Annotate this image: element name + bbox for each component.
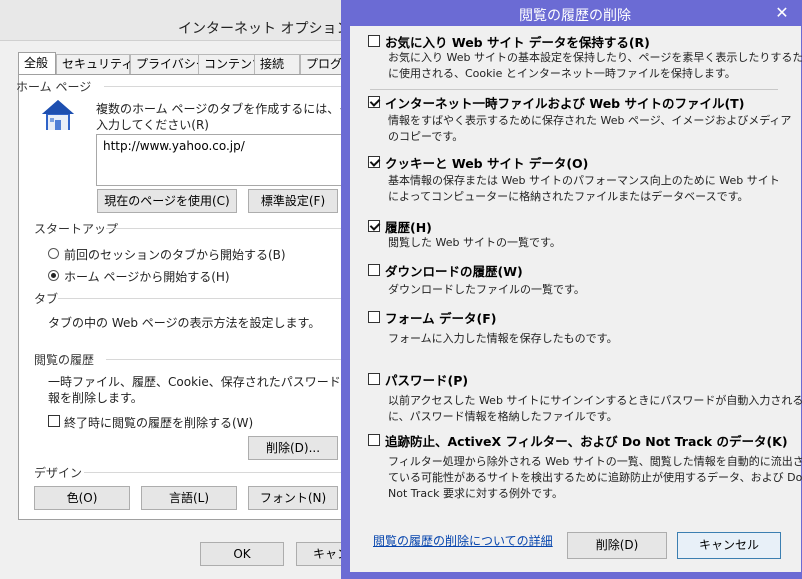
option-passwords-checkbox[interactable]	[368, 373, 380, 385]
home-page-url-input[interactable]: http://www.yahoo.co.jp/	[96, 134, 358, 186]
option-temp-files-checkbox[interactable]	[368, 96, 380, 108]
option-history-desc-1: 閲覧した Web サイトの一覧です。	[388, 236, 561, 249]
option-form-data-label[interactable]: フォーム データ(F)	[385, 308, 496, 327]
option-form-data-desc-1: フォームに入力した情報を保存したものです。	[388, 332, 618, 345]
option-favorites-desc-1: お気に入り Web サイトの基本設定を保持したり、ページを素早く表示したりするた…	[388, 51, 802, 64]
option-cookies-desc-2: によってコンピューターに格納されたファイルまたはデータベースです。	[388, 190, 749, 203]
startup-home-label: ホーム ページから開始する(H)	[64, 270, 230, 284]
option-passwords-desc-2: に、パスワード情報を格納したファイルです。	[388, 410, 618, 423]
home-page-divider	[104, 86, 344, 87]
fonts-button[interactable]: フォント(N)	[248, 486, 338, 510]
ok-button[interactable]: OK	[200, 542, 284, 566]
about-delete-history-link[interactable]: 閲覧の履歴の削除についての詳細	[373, 532, 553, 549]
cancel-button[interactable]: キャンセル	[677, 532, 781, 559]
option-form-data-checkbox[interactable]	[368, 311, 380, 323]
options-separator	[370, 89, 778, 90]
option-passwords-desc-1: 以前アクセスした Web サイトにサインインするときにパスワードが自動入力される…	[388, 394, 802, 407]
home-page-url-value: http://www.yahoo.co.jp/	[103, 139, 245, 153]
option-history-checkbox[interactable]	[368, 220, 380, 232]
browsing-history-divider	[106, 359, 344, 360]
option-cookies-checkbox[interactable]	[368, 156, 380, 168]
option-tracking-protection-desc-2: ている可能性があるサイトを検出するために追跡防止が使用するデータ、および Do	[388, 471, 802, 484]
home-icon	[42, 100, 74, 130]
tab-privacy[interactable]: プライバシー	[130, 54, 208, 74]
startup-previous-label: 前回のセッションのタブから開始する(B)	[64, 248, 286, 262]
option-download-history-label[interactable]: ダウンロードの履歴(W)	[385, 261, 523, 280]
tabs-description: タブの中の Web ページの表示方法を設定します。	[48, 316, 321, 330]
option-tracking-protection-desc-1: フィルター処理から除外される Web サイトの一覧、閲覧した情報を自動的に流出さ…	[388, 455, 802, 468]
option-tracking-protection-checkbox[interactable]	[368, 434, 380, 446]
tab-general[interactable]: 全般	[18, 52, 56, 75]
languages-button[interactable]: 言語(L)	[141, 486, 237, 510]
internet-options-cancel-button[interactable]: キャン	[296, 542, 346, 566]
home-page-section-label: ホーム ページ	[16, 80, 92, 94]
appearance-divider	[84, 472, 344, 473]
tab-security[interactable]: セキュリティ	[56, 54, 133, 74]
use-default-button[interactable]: 標準設定(F)	[248, 189, 338, 213]
delete-history-button[interactable]: 削除(D)...	[248, 436, 338, 460]
option-favorites-desc-2: に使用される、Cookie とインターネット一時ファイルを保持します。	[388, 67, 736, 80]
internet-options-window: インターネット オプション 全般 セキュリティ プライバシー コンテンツ 接続 …	[0, 0, 388, 579]
startup-previous-radio[interactable]	[48, 248, 59, 259]
browsing-history-section-label: 閲覧の履歴	[34, 353, 95, 367]
home-page-description-1: 複数のホーム ページのタブを作成するには、それぞ	[96, 102, 376, 116]
delete-history-body: お気に入り Web サイト データを保持する(R) お気に入り Web サイトの…	[350, 26, 802, 572]
option-tracking-protection-desc-3: Not Track 要求に対する例外です。	[388, 487, 563, 500]
close-icon[interactable]: ✕	[773, 4, 791, 22]
internet-options-titlebar[interactable]: インターネット オプション	[0, 0, 350, 41]
tabs-section-label: タブ	[34, 292, 59, 306]
delete-on-exit-label: 終了時に閲覧の履歴を削除する(W)	[64, 416, 254, 430]
browsing-history-description-2: 報を削除します。	[48, 391, 143, 405]
option-temp-files-label[interactable]: インターネット一時ファイルおよび Web サイトのファイル(T)	[385, 93, 744, 112]
startup-home-radio[interactable]	[48, 270, 59, 281]
option-passwords-label[interactable]: パスワード(P)	[385, 370, 468, 389]
delete-history-titlebar[interactable]: 閲覧の履歴の削除 ✕	[341, 0, 802, 26]
tab-connections[interactable]: 接続	[254, 54, 300, 74]
option-tracking-protection-label[interactable]: 追跡防止、ActiveX フィルター、および Do Not Track のデータ…	[385, 431, 788, 450]
option-download-history-checkbox[interactable]	[368, 264, 380, 276]
use-current-page-button[interactable]: 現在のページを使用(C)	[97, 189, 237, 213]
option-download-history-desc-1: ダウンロードしたファイルの一覧です。	[388, 283, 585, 296]
delete-button[interactable]: 削除(D)	[567, 532, 667, 559]
delete-on-exit-checkbox[interactable]	[48, 415, 60, 427]
delete-history-window: 閲覧の履歴の削除 ✕ お気に入り Web サイト データを保持する(R) お気に…	[341, 0, 802, 579]
option-favorites-label[interactable]: お気に入り Web サイト データを保持する(R)	[385, 32, 650, 51]
option-favorites-checkbox[interactable]	[368, 35, 380, 47]
home-page-description-2: 入力してください(R)	[96, 118, 209, 132]
option-cookies-label[interactable]: クッキーと Web サイト データ(O)	[385, 153, 588, 172]
appearance-section-label: デザイン	[34, 466, 83, 480]
startup-divider	[106, 228, 344, 229]
option-temp-files-desc-1: 情報をすばやく表示するために保存された Web ページ、イメージおよびメディア	[388, 114, 792, 127]
delete-history-title: 閲覧の履歴の削除	[519, 8, 631, 24]
tabs-divider	[58, 298, 344, 299]
option-history-label[interactable]: 履歴(H)	[385, 217, 432, 236]
colors-button[interactable]: 色(O)	[34, 486, 130, 510]
option-cookies-desc-1: 基本情報の保存または Web サイトのパフォーマンス向上のために Web サイト	[388, 174, 780, 187]
browsing-history-description-1: 一時ファイル、履歴、Cookie、保存されたパスワード、および	[48, 375, 389, 389]
option-temp-files-desc-2: のコピーです。	[388, 130, 464, 143]
internet-options-title: インターネット オプション	[178, 21, 351, 37]
